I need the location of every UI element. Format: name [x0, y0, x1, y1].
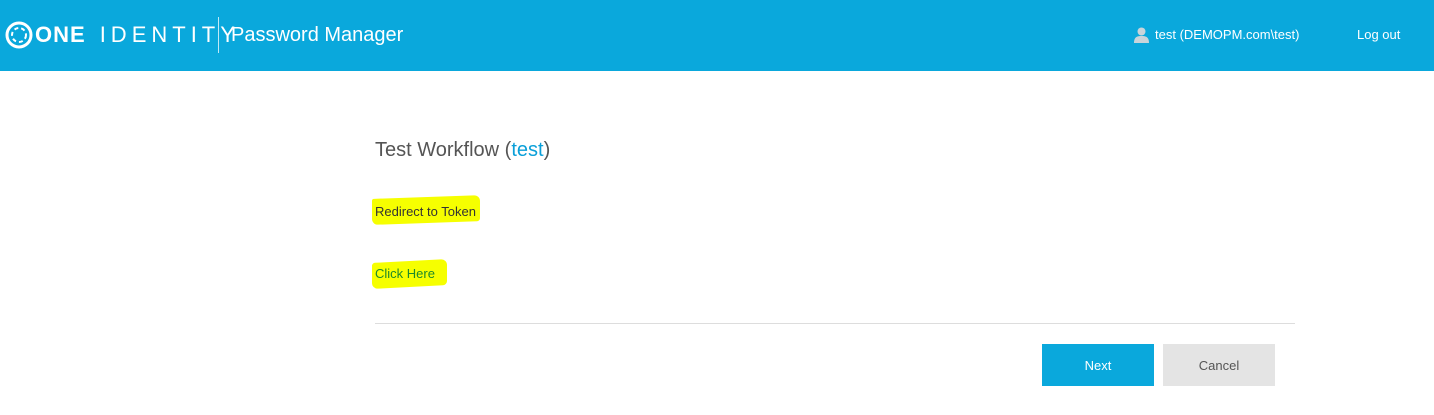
cancel-button[interactable]: Cancel: [1163, 344, 1275, 386]
next-button[interactable]: Next: [1042, 344, 1154, 386]
user-icon: [1134, 27, 1149, 43]
workflow-content: Test Workflow (test) Redirect to Token C…: [372, 71, 1295, 415]
current-user: test (DEMOPM.com\test): [1134, 26, 1299, 44]
click-here-link[interactable]: Click Here: [375, 266, 435, 282]
redirect-instruction: Redirect to Token: [375, 204, 476, 219]
logout-link[interactable]: Log out: [1357, 26, 1400, 44]
one-identity-ring-icon: [4, 20, 34, 50]
workflow-title-text: Test Workflow (: [375, 139, 512, 161]
brand-logo[interactable]: ONE IDENTITY: [4, 20, 240, 50]
brand-one-text: ONE: [35, 22, 86, 47]
workflow-title-close: ): [543, 139, 551, 161]
app-title: Password Manager: [231, 24, 404, 46]
workflow-title: Test Workflow (test): [375, 137, 550, 163]
section-divider: [375, 323, 1295, 324]
user-label: test (DEMOPM.com\test): [1155, 27, 1300, 42]
top-header-bar: ONE IDENTITY Password Manager test (DEMO…: [0, 0, 1434, 71]
workflow-user-link[interactable]: test: [511, 139, 543, 161]
header-divider: [218, 17, 219, 53]
